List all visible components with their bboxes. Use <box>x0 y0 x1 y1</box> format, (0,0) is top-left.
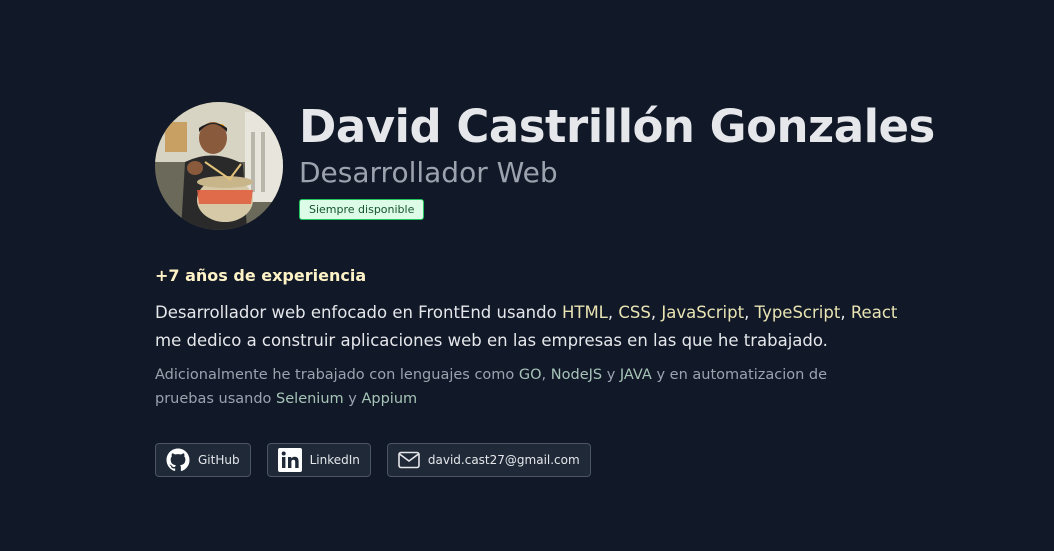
separator: , <box>744 303 755 322</box>
tech-javascript: JavaScript <box>661 303 745 322</box>
avatar <box>155 102 283 230</box>
profile-header: David Castrillón Gonzales Desarrollador … <box>155 102 935 230</box>
email-label: david.cast27@gmail.com <box>427 453 580 467</box>
bio-secondary-paragraph: Adicionalmente he trabajado con lenguaje… <box>155 363 875 411</box>
tool-appium: Appium <box>361 391 418 407</box>
linkedin-link[interactable]: LinkedIn <box>266 443 371 477</box>
email-link[interactable]: david.cast27@gmail.com <box>386 443 591 477</box>
linkedin-icon <box>277 448 302 472</box>
separator: y <box>343 391 362 407</box>
separator: y <box>602 367 620 383</box>
social-links: GitHub LinkedIn david.cast27@gmail.com <box>155 443 591 477</box>
tech-html: HTML <box>561 303 608 322</box>
linkedin-label: LinkedIn <box>309 453 360 467</box>
bio-paragraph: Desarrollador web enfocado en FrontEnd u… <box>155 299 915 355</box>
status-badge: Siempre disponible <box>299 199 425 220</box>
separator: , <box>840 303 851 322</box>
tool-selenium: Selenium <box>276 391 344 407</box>
lang-go: GO <box>518 367 542 383</box>
tech-react: React <box>850 303 898 322</box>
profile-page: David Castrillón Gonzales Desarrollador … <box>0 0 1054 551</box>
lang-java: JAVA <box>619 367 652 383</box>
separator: , <box>541 367 551 383</box>
page-title: David Castrillón Gonzales <box>299 100 935 153</box>
experience-label: +7 años de experiencia <box>155 266 367 285</box>
separator: , <box>650 303 662 322</box>
bio-text: me dedico a construir aplicaciones web e… <box>155 331 828 350</box>
github-link[interactable]: GitHub <box>155 443 251 477</box>
bio2-text: Adicionalmente he trabajado con lenguaje… <box>155 367 519 383</box>
separator: , <box>607 303 619 322</box>
tech-typescript: TypeScript <box>754 303 841 322</box>
identity: David Castrillón Gonzales Desarrollador … <box>299 102 935 220</box>
tech-css: CSS <box>618 303 651 322</box>
job-title: Desarrollador Web <box>299 156 558 189</box>
github-icon <box>166 448 190 472</box>
github-label: GitHub <box>198 453 240 467</box>
avatar-photo <box>155 102 283 230</box>
bio-text: Desarrollador web enfocado en FrontEnd u… <box>155 303 562 322</box>
lang-nodejs: NodeJS <box>550 367 603 383</box>
mail-icon <box>398 451 420 469</box>
